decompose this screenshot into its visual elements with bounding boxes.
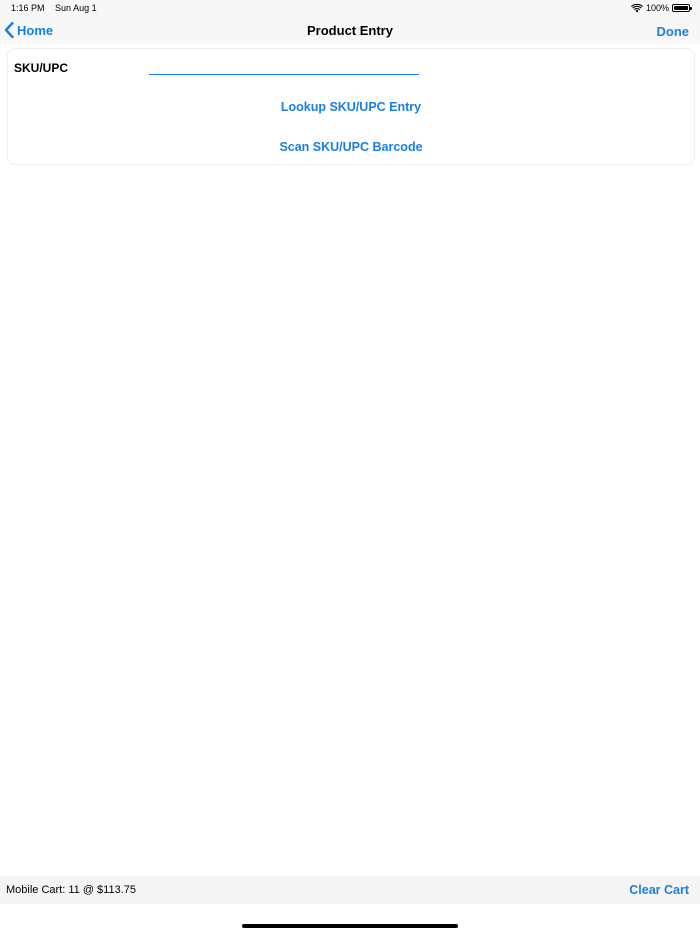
sku-label: SKU/UPC bbox=[14, 61, 69, 75]
product-entry-card: SKU/UPC Lookup SKU/UPC Entry Scan SKU/UP… bbox=[7, 48, 695, 165]
status-time: 1:16 PM bbox=[11, 3, 45, 13]
status-date: Sun Aug 1 bbox=[55, 3, 97, 13]
wifi-icon bbox=[630, 3, 643, 12]
clear-cart-button[interactable]: Clear Cart bbox=[629, 883, 689, 897]
cart-bar: Mobile Cart: 11 @ $113.75 Clear Cart bbox=[0, 876, 700, 904]
navigation-bar: Home Product Entry Done bbox=[0, 17, 700, 44]
battery-icon bbox=[672, 4, 692, 12]
done-button[interactable]: Done bbox=[657, 24, 690, 39]
cart-summary: Mobile Cart: 11 @ $113.75 bbox=[6, 884, 136, 896]
sku-input[interactable] bbox=[149, 59, 419, 75]
status-left: 1:16 PM Sun Aug 1 bbox=[11, 3, 105, 13]
page-title: Product Entry bbox=[307, 23, 393, 38]
lookup-sku-button[interactable]: Lookup SKU/UPC Entry bbox=[8, 100, 694, 114]
status-right: 100% bbox=[630, 3, 692, 13]
status-bar: 1:16 PM Sun Aug 1 100% bbox=[0, 0, 700, 17]
battery-fill bbox=[674, 6, 688, 10]
home-indicator[interactable] bbox=[242, 924, 458, 928]
scan-barcode-button[interactable]: Scan SKU/UPC Barcode bbox=[8, 140, 694, 154]
battery-percent: 100% bbox=[645, 3, 669, 13]
